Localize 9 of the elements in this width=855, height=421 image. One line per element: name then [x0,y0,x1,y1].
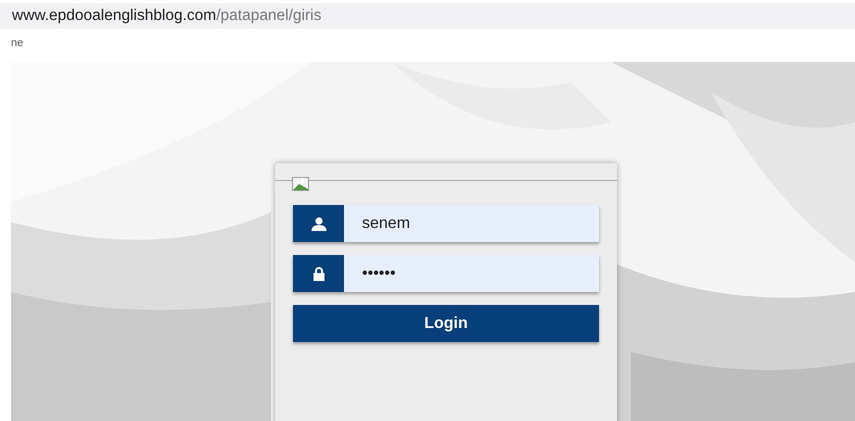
address-bar[interactable]: www.epdooalenglishblog.com/patapanel/giris [0,3,855,29]
url-domain: www.epdooalenglishblog.com [12,7,216,24]
user-icon [310,216,326,230]
password-field[interactable]: •••••• [344,255,599,292]
lock-icon [312,266,324,280]
login-button[interactable]: Login [293,305,599,342]
username-field[interactable]: senem [344,205,599,242]
url-path: /patapanel/giris [216,7,322,24]
page-text: ne [11,37,24,49]
